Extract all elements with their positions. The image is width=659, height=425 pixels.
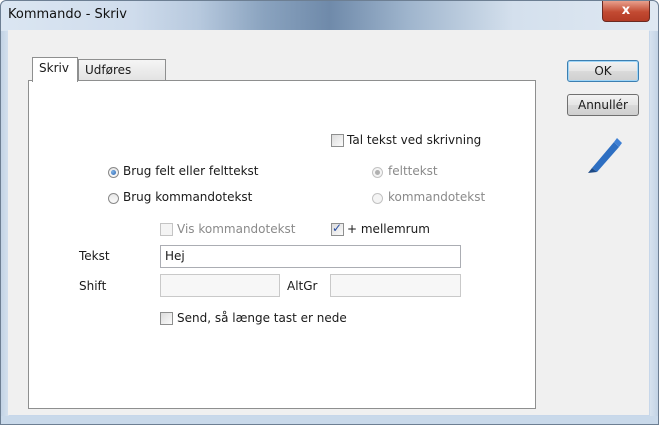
radio-field-or-fieldtext-label: Brug felt eller felttekst [123, 164, 259, 178]
window-frame-right [650, 31, 658, 424]
show-command-text-checkbox[interactable] [160, 223, 173, 236]
radio-command-text-label: Brug kommandotekst [123, 190, 253, 204]
altgr-input[interactable] [330, 274, 461, 297]
radio-speak-commandtext[interactable] [372, 193, 383, 204]
send-while-held-label: Send, så længe tast er nede [177, 311, 347, 325]
checkmark-icon: ✓ [332, 221, 343, 235]
close-button[interactable]: x [602, 1, 650, 22]
tab-udfores-med[interactable]: Udføres med [78, 59, 166, 98]
speak-text-checkbox[interactable] [331, 134, 344, 147]
cancel-button[interactable]: Annullér [567, 94, 639, 116]
ok-button[interactable]: OK [567, 60, 639, 82]
window-title: Kommando - Skriv [8, 7, 127, 22]
text-input[interactable]: Hej [160, 245, 461, 268]
tab-panel-skriv: Tal tekst ved skrivning Brug felt eller … [28, 80, 536, 409]
plus-space-checkbox[interactable]: ✓ [331, 221, 344, 236]
speak-text-label: Tal tekst ved skrivning [347, 133, 482, 147]
pencil-icon[interactable] [584, 132, 624, 174]
radio-command-text[interactable] [108, 193, 119, 204]
close-icon: x [621, 3, 631, 18]
radio-speak-fieldtext[interactable] [372, 167, 383, 178]
plus-space-label: + mellemrum [347, 222, 430, 236]
title-bar[interactable]: Kommando - Skriv x [1, 1, 658, 31]
radio-speak-fieldtext-label: felttekst [388, 164, 438, 178]
send-while-held-checkbox[interactable] [160, 312, 173, 325]
text-field-label: Tekst [79, 249, 110, 263]
window-frame-bottom [1, 416, 658, 424]
radio-speak-commandtext-label: kommandotekst [388, 190, 486, 204]
show-command-text-label: Vis kommandotekst [177, 222, 296, 236]
shift-field-label: Shift [79, 279, 107, 293]
tab-label: Skriv [39, 61, 69, 75]
tab-skriv[interactable]: Skriv [32, 57, 78, 82]
shift-input[interactable] [160, 274, 280, 297]
radio-field-or-fieldtext[interactable] [108, 167, 119, 178]
altgr-field-label: AltGr [287, 279, 318, 293]
